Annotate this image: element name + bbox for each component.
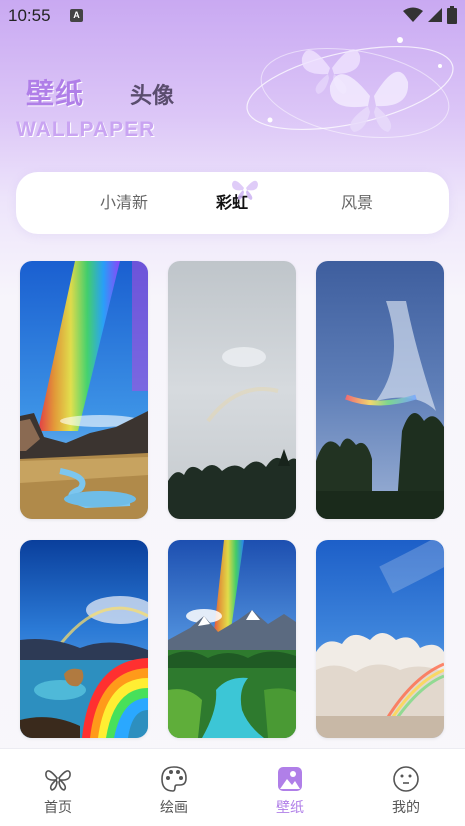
status-icons [403, 6, 457, 24]
nav-wallpaper[interactable]: 壁纸 [232, 749, 348, 826]
wallpaper-card-6[interactable] [316, 540, 444, 738]
wallpaper-thumbnail [316, 261, 444, 519]
tab-scenery[interactable]: 风景 [302, 172, 412, 234]
wallpaper-thumbnail [168, 261, 296, 519]
nav-drawing-label: 绘画 [160, 800, 188, 816]
butterfly-icon [45, 770, 71, 791]
tab-fresh[interactable]: 小清新 [69, 172, 179, 234]
wallpaper-thumbnail [168, 540, 296, 738]
battery-icon [447, 6, 457, 24]
nav-profile[interactable]: 我的 [348, 749, 464, 826]
nav-home[interactable]: 首页 [0, 749, 116, 826]
palette-icon [161, 766, 187, 792]
title-english: WALLPAPER [16, 118, 156, 141]
wallpaper-card-5[interactable] [168, 540, 296, 738]
wallpaper-card-2[interactable] [168, 261, 296, 519]
nav-profile-label: 我的 [392, 800, 420, 816]
title-wallpaper[interactable]: 壁纸 [26, 72, 84, 112]
signal-icon [428, 8, 442, 22]
smiley-icon [393, 766, 419, 792]
wallpaper-thumbnail [20, 540, 148, 738]
bottom-nav: 首页 绘画 壁纸 我的 [0, 748, 465, 826]
nav-home-label: 首页 [44, 800, 72, 816]
wallpaper-card-3[interactable] [316, 261, 444, 519]
butterfly-decoration [246, 37, 454, 139]
wifi-icon [403, 7, 423, 22]
wallpaper-screen: 10:55 A 壁纸 头像 WALLPAPER 小清新 彩虹 风景 首页 绘画 … [0, 0, 465, 826]
nav-wallpaper-label: 壁纸 [276, 800, 304, 816]
status-time: 10:55 [8, 6, 51, 25]
wallpaper-icon [278, 767, 302, 791]
wallpaper-card-1[interactable] [20, 261, 148, 519]
notification-icon: A [70, 9, 83, 22]
active-tab-butterfly-icon [232, 180, 258, 200]
wallpaper-thumbnail [316, 540, 444, 738]
title-avatar[interactable]: 头像 [130, 78, 174, 110]
nav-drawing[interactable]: 绘画 [116, 749, 232, 826]
wallpaper-card-4[interactable] [20, 540, 148, 738]
wallpaper-thumbnail [20, 261, 148, 519]
